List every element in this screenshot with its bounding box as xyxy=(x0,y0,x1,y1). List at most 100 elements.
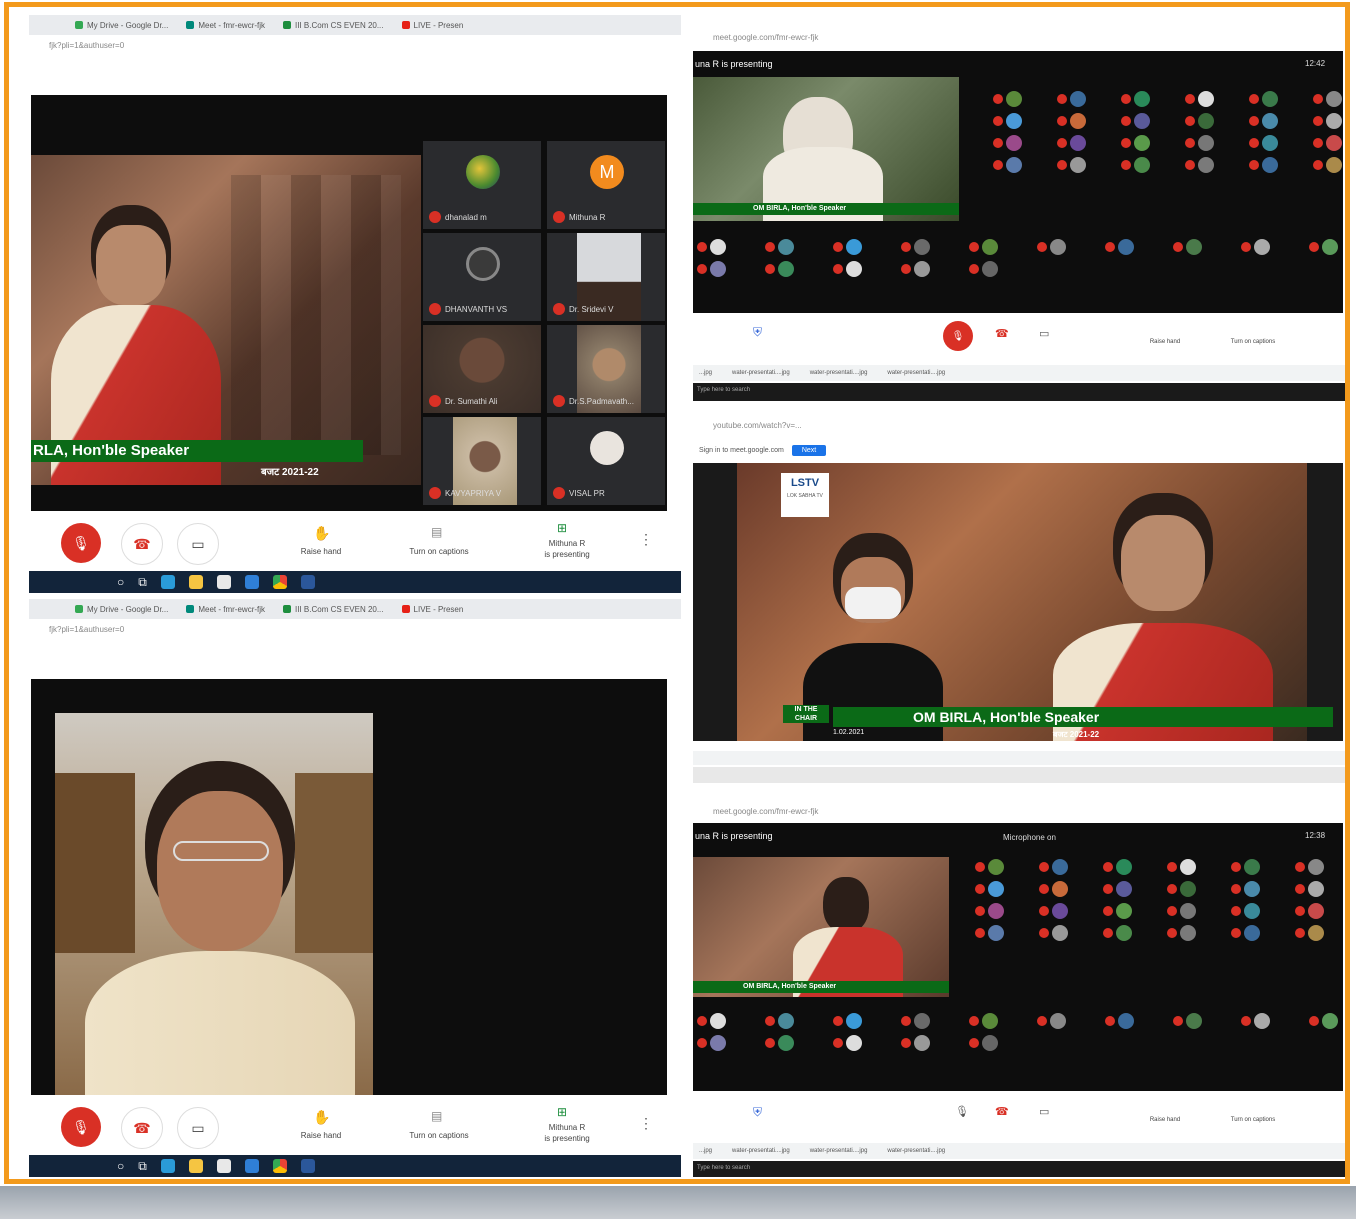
participant-tile[interactable] xyxy=(1231,859,1287,875)
participant-tile[interactable] xyxy=(1295,881,1343,897)
search-icon[interactable]: ○ xyxy=(117,1159,124,1173)
participant-tile[interactable] xyxy=(1167,903,1223,919)
store-icon[interactable] xyxy=(216,1159,231,1173)
participant-tile[interactable] xyxy=(1249,91,1305,107)
word-icon[interactable] xyxy=(300,1159,315,1173)
raise-hand-icon[interactable]: ✋ xyxy=(313,1109,330,1126)
captions-label[interactable]: Turn on captions xyxy=(1213,1117,1293,1123)
participant-tile[interactable] xyxy=(765,239,825,255)
chrome-icon[interactable] xyxy=(272,1159,287,1173)
raise-hand-label[interactable]: Raise hand xyxy=(1125,339,1205,345)
camera-toggle-button[interactable]: ▭ xyxy=(177,523,219,565)
more-options-icon[interactable]: ⋮ xyxy=(639,1115,653,1132)
participant-tile[interactable] xyxy=(697,261,757,277)
browser-tab[interactable]: III B.Com CS EVEN 20... xyxy=(277,18,389,32)
chrome-icon[interactable] xyxy=(272,575,287,589)
raise-hand-label[interactable]: Raise hand xyxy=(1125,1117,1205,1123)
participant-tile[interactable] xyxy=(1309,1013,1343,1029)
present-icon[interactable]: ⊞ xyxy=(557,1105,567,1119)
captions-label[interactable]: Turn on captions xyxy=(399,1131,479,1140)
participant-tile[interactable] xyxy=(1057,91,1113,107)
task-view-icon[interactable]: ⧉ xyxy=(138,575,147,590)
participant-tile[interactable] xyxy=(901,1013,961,1029)
browser-tab[interactable]: My Drive - Google Dr... xyxy=(69,18,174,32)
participant-tile[interactable] xyxy=(833,239,893,255)
participant-tile[interactable]: Dr.S.Padmavath... xyxy=(547,325,665,413)
camera-toggle-button[interactable]: ▭ xyxy=(177,1107,219,1149)
participant-tile[interactable] xyxy=(1241,1013,1301,1029)
search-icon[interactable]: ○ xyxy=(117,575,124,589)
address-bar[interactable]: youtube.com/watch?v=... xyxy=(693,417,1345,435)
participant-tile[interactable] xyxy=(1121,113,1177,129)
participant-tile[interactable] xyxy=(1249,135,1305,151)
leave-call-icon[interactable]: ☎ xyxy=(995,1105,1009,1118)
participant-tile[interactable] xyxy=(969,1035,1029,1051)
participant-tile[interactable] xyxy=(1057,135,1113,151)
mic-toggle-button[interactable]: 🎙 xyxy=(943,321,973,351)
raise-hand-icon[interactable]: ✋ xyxy=(313,525,330,542)
participant-tile[interactable] xyxy=(1039,925,1095,941)
participant-tile[interactable]: Dr. Sumathi Ali xyxy=(423,325,541,413)
participant-tile[interactable] xyxy=(1313,135,1343,151)
participant-tile[interactable] xyxy=(1173,239,1233,255)
browser-tab[interactable]: III B.Com CS EVEN 20... xyxy=(277,602,389,616)
participant-tile[interactable] xyxy=(901,261,961,277)
participant-tile[interactable] xyxy=(1037,239,1097,255)
participant-tile[interactable] xyxy=(1103,881,1159,897)
participant-tile[interactable] xyxy=(833,1035,893,1051)
captions-label[interactable]: Turn on captions xyxy=(1213,339,1293,345)
participant-tile[interactable] xyxy=(1103,903,1159,919)
address-bar[interactable]: meet.google.com/fmr-ewcr-fjk xyxy=(693,803,1345,821)
participant-tile[interactable]: Dr. Sridevi V xyxy=(547,233,665,321)
participant-tile[interactable]: M Mithuna R xyxy=(547,141,665,229)
captions-label[interactable]: Turn on captions xyxy=(399,547,479,556)
participant-tile[interactable] xyxy=(1249,113,1305,129)
participant-tile[interactable] xyxy=(1167,925,1223,941)
participant-tile[interactable] xyxy=(1295,903,1343,919)
participant-tile[interactable] xyxy=(1121,157,1177,173)
folder-icon[interactable] xyxy=(188,575,203,589)
edge-icon[interactable] xyxy=(160,1159,175,1173)
participant-tile[interactable] xyxy=(1057,157,1113,173)
participant-tile[interactable] xyxy=(697,239,757,255)
participant-tile[interactable] xyxy=(765,1013,825,1029)
participant-tile[interactable] xyxy=(1167,859,1223,875)
leave-call-icon[interactable]: ☎ xyxy=(995,327,1009,340)
participant-tile[interactable] xyxy=(1295,925,1343,941)
browser-tab[interactable]: LIVE - Presen xyxy=(396,18,470,32)
captions-icon[interactable]: ▤ xyxy=(431,1109,442,1123)
mic-toggle-button[interactable]: 🎙 xyxy=(61,1107,101,1147)
edge-icon[interactable] xyxy=(160,575,175,589)
leave-call-button[interactable]: ☎ xyxy=(121,1107,163,1149)
address-bar[interactable]: meet.google.com/fmr-ewcr-fjk xyxy=(693,29,1345,47)
camera-icon[interactable]: ▭ xyxy=(1039,1105,1049,1118)
word-icon[interactable] xyxy=(300,575,315,589)
task-view-icon[interactable]: ⧉ xyxy=(138,1159,147,1174)
address-bar[interactable]: fjk?pli=1&authuser=0 xyxy=(29,621,681,639)
participant-tile[interactable] xyxy=(1039,903,1095,919)
participant-tile[interactable] xyxy=(1313,157,1343,173)
participant-tile[interactable] xyxy=(1185,157,1241,173)
mic-icon[interactable]: 🎙 xyxy=(955,1105,969,1118)
participant-tile[interactable] xyxy=(1103,925,1159,941)
next-button[interactable]: Next xyxy=(791,445,827,456)
participant-tile[interactable] xyxy=(1231,903,1287,919)
participant-tile[interactable] xyxy=(833,261,893,277)
participant-tile[interactable] xyxy=(1249,157,1305,173)
participant-tile[interactable] xyxy=(1105,239,1165,255)
participant-tile[interactable] xyxy=(1313,113,1343,129)
participant-tile[interactable]: dhanalad m xyxy=(423,141,541,229)
participant-tile[interactable] xyxy=(1185,135,1241,151)
participant-tile[interactable] xyxy=(969,261,1029,277)
participant-tile[interactable] xyxy=(1103,859,1159,875)
participant-tile[interactable] xyxy=(1295,859,1343,875)
participant-tile[interactable] xyxy=(697,1013,757,1029)
present-icon[interactable]: ⊞ xyxy=(557,521,567,535)
participant-tile[interactable] xyxy=(969,1013,1029,1029)
participant-tile[interactable] xyxy=(765,261,825,277)
browser-tab[interactable]: LIVE - Presen xyxy=(396,602,470,616)
camera-icon[interactable]: ▭ xyxy=(1039,327,1049,340)
participant-tile[interactable] xyxy=(1167,881,1223,897)
store-icon[interactable] xyxy=(216,575,231,589)
participant-tile[interactable] xyxy=(975,881,1031,897)
